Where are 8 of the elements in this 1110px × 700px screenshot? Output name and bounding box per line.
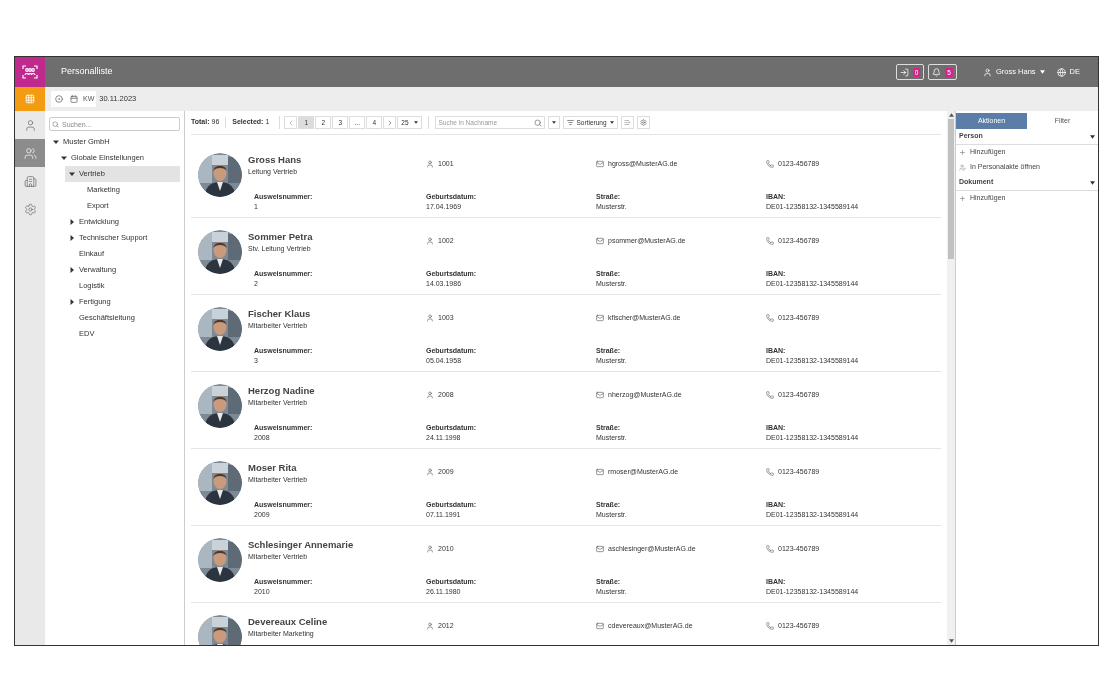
person-name: Moser Rita [248, 461, 298, 475]
person-name: Gross Hans [248, 153, 303, 167]
person-name: Devereaux Celine [248, 615, 329, 629]
person-name: Schlesinger Annemarie [248, 538, 355, 552]
app-title: Personalliste [61, 65, 113, 79]
person-name: Fischer Klaus [248, 307, 312, 321]
person-name: Herzog Nadine [248, 384, 316, 398]
person-name: Sommer Petra [248, 230, 314, 244]
